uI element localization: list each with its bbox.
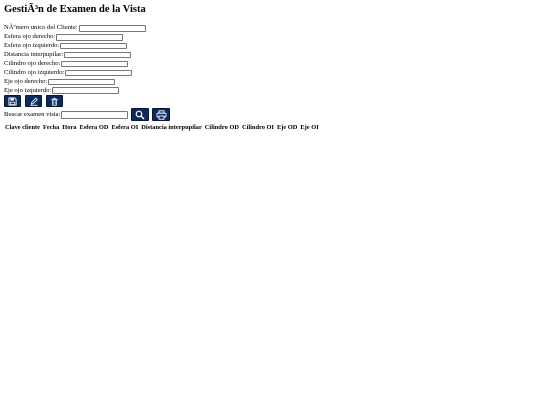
field-row-client-number: NÃºmero unico del Cliente: <box>4 24 146 33</box>
cylinder-left-input[interactable] <box>65 69 133 77</box>
trash-icon <box>50 97 59 106</box>
column-header-date: Fecha <box>42 124 60 131</box>
client-number-input[interactable] <box>78 25 146 32</box>
table-header-row: Clave cliente Fecha Hora Esfera OD Esfer… <box>4 124 320 131</box>
exam-table: Clave cliente Fecha Hora Esfera OD Esfer… <box>3 123 321 132</box>
page-title: GestiÃ³n de Examen de la Vista <box>4 4 146 15</box>
field-row-cylinder-right: Cilindro ojo derecho: <box>4 60 146 69</box>
search-icon <box>135 110 145 120</box>
field-row-axis-right: Eje ojo derecho: <box>4 77 146 86</box>
sphere-right-label: Esfera ojo derecho: <box>4 33 56 41</box>
search-bar: Buscar examen vista: <box>4 108 171 121</box>
column-header-cylinder-od: Cilindro OD <box>204 124 239 131</box>
field-row-axis-left: Eje ojo izquierdo: <box>4 86 146 95</box>
axis-right-label: Eje ojo derecho: <box>4 77 48 85</box>
column-header-axis-oi: Eje OI <box>300 124 319 131</box>
exam-management-page: GestiÃ³n de Examen de la Vista NÃºmero u… <box>0 0 540 405</box>
client-number-label: NÃºmero unico del Cliente: <box>4 24 78 32</box>
sphere-left-label: Esfera ojo izquierdo: <box>4 42 60 50</box>
sphere-right-input[interactable] <box>56 34 124 41</box>
column-header-interpupillary: Distancia interpupilar <box>141 124 202 131</box>
search-label: Buscar examen vista: <box>4 111 61 118</box>
interpupillary-input[interactable] <box>64 51 132 59</box>
column-header-cylinder-oi: Cilindro OI <box>241 124 274 131</box>
column-header-sphere-oi: Esfera OI <box>111 124 139 131</box>
column-header-time: Hora <box>62 124 77 131</box>
cylinder-right-label: Cilindro ojo derecho: <box>4 60 61 67</box>
field-row-sphere-left: Esfera ojo izquierdo: <box>4 42 146 51</box>
print-button[interactable] <box>152 108 171 121</box>
save-icon <box>8 96 17 106</box>
cylinder-left-label: Cilindro ojo izquierdo: <box>4 68 65 76</box>
axis-left-label: Eje ojo izquierdo: <box>4 86 52 94</box>
delete-button[interactable] <box>46 95 63 107</box>
search-input[interactable] <box>61 110 129 119</box>
axis-right-input[interactable] <box>48 78 116 86</box>
column-header-client-key: Clave cliente <box>5 124 40 131</box>
print-icon <box>156 109 167 120</box>
cylinder-right-input[interactable] <box>61 60 129 68</box>
edit-button[interactable] <box>25 95 42 107</box>
edit-icon <box>29 97 39 106</box>
action-buttons <box>4 95 63 107</box>
field-row-sphere-right: Esfera ojo derecho: <box>4 33 146 42</box>
save-button[interactable] <box>4 95 21 107</box>
field-row-interpupillary: Distancia interpupilar: <box>4 51 146 60</box>
field-row-cylinder-left: Cilindro ojo izquierdo: <box>4 68 146 77</box>
column-header-axis-od: Eje OD <box>276 124 298 131</box>
search-button[interactable] <box>131 108 150 121</box>
sphere-left-input[interactable] <box>60 42 128 50</box>
interpupillary-label: Distancia interpupilar: <box>4 51 64 59</box>
exam-form: NÃºmero unico del Cliente: Esfera ojo de… <box>4 24 146 95</box>
column-header-sphere-od: Esfera OD <box>79 124 109 131</box>
axis-left-input[interactable] <box>52 87 120 94</box>
